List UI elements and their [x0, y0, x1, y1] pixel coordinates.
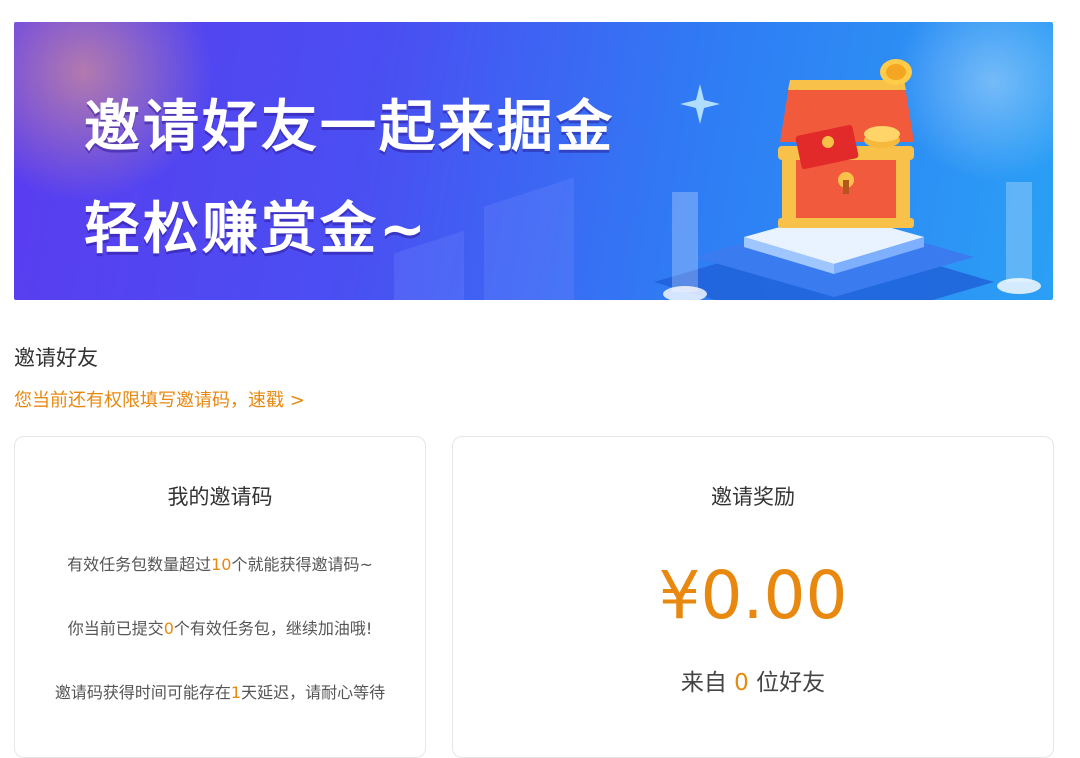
- my-invite-code-card: 我的邀请码 有效任务包数量超过10个就能获得邀请码~ 你当前已提交0个有效任务包…: [14, 436, 426, 758]
- requirement-text-pre: 有效任务包数量超过: [67, 555, 212, 574]
- card-title: 我的邀请码: [167, 485, 273, 509]
- card-title: 邀请奖励: [711, 485, 795, 509]
- invite-reward-card: 邀请奖励 ¥0.00 来自 0 位好友: [452, 436, 1054, 758]
- submitted-text-post: 个有效任务包，继续加油哦!: [173, 619, 373, 638]
- friends-text-pre: 来自: [680, 670, 727, 696]
- friends-text-post: 位好友: [756, 670, 826, 696]
- delay-text-post: 天延迟，请耐心等待: [241, 683, 386, 702]
- treasure-chest-icon: [654, 59, 1041, 300]
- submitted-text-pre: 你当前已提交: [67, 619, 164, 638]
- delay-days: 1: [230, 683, 242, 702]
- friends-count: 0: [734, 670, 749, 696]
- submitted-count: 0: [163, 619, 174, 638]
- banner-subheadline: 轻松赚赏金~: [84, 197, 429, 262]
- submitted-text: 你当前已提交0个有效任务包，继续加油哦!: [15, 615, 425, 639]
- delay-text-pre: 邀请码获得时间可能存在: [54, 683, 231, 702]
- banner-decor-block: [484, 177, 574, 300]
- reward-amount: ¥0.00: [658, 557, 848, 634]
- invite-section-title: 邀请好友: [14, 346, 98, 370]
- delay-text: 邀请码获得时间可能存在1天延迟，请耐心等待: [15, 679, 425, 703]
- fill-invite-code-link[interactable]: 您当前还有权限填写邀请码，速戳 >: [14, 386, 305, 412]
- requirement-count: 10: [211, 555, 232, 574]
- banner-headline: 邀请好友一起来掘金: [84, 95, 615, 160]
- friends-count-text: 来自 0 位好友: [453, 663, 1053, 697]
- requirement-text-post: 个就能获得邀请码~: [231, 555, 373, 574]
- requirement-text: 有效任务包数量超过10个就能获得邀请码~: [15, 551, 425, 575]
- hero-banner: 邀请好友一起来掘金 轻松赚赏金~: [14, 22, 1053, 300]
